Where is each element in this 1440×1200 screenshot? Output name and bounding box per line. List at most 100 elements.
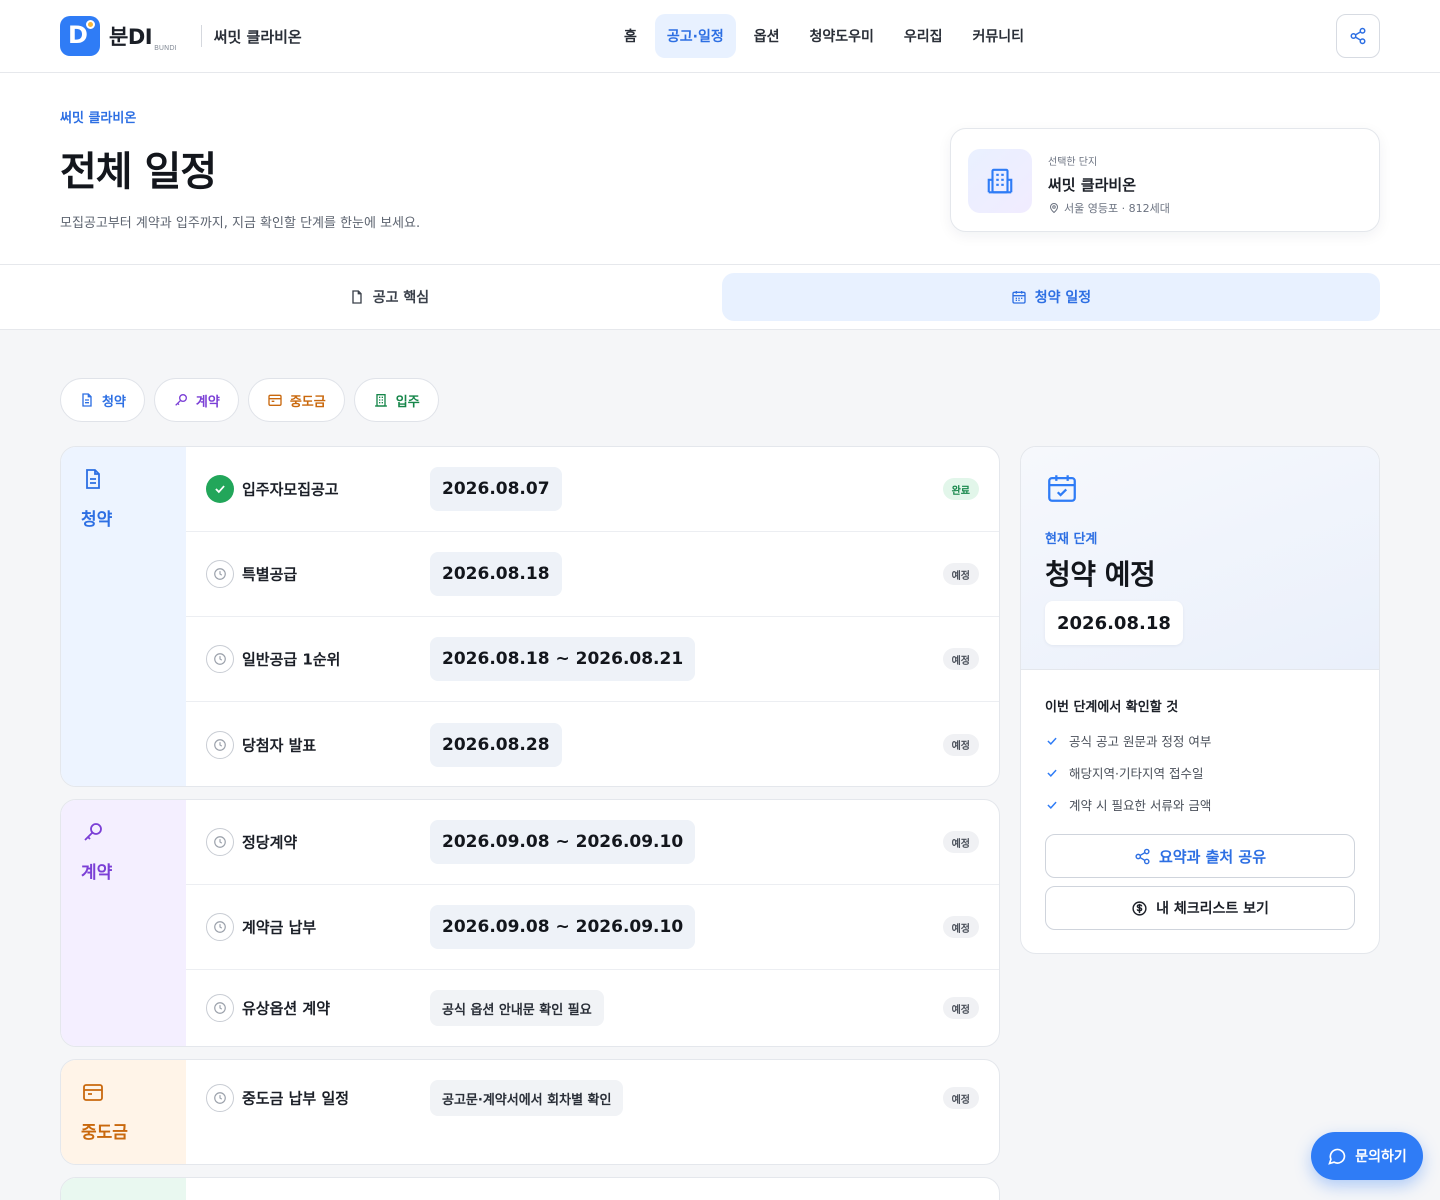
tab-subscription-schedule[interactable]: 청약 일정 bbox=[722, 273, 1380, 321]
current-stage-label: 현재 단계 bbox=[1045, 532, 1098, 547]
chip-subscription[interactable]: 청약 bbox=[60, 378, 145, 422]
group-side-contract: 계약 bbox=[61, 800, 186, 1046]
breadcrumb: 써밋 클라비온 bbox=[60, 111, 137, 126]
status-badge: 예정 bbox=[942, 916, 979, 938]
current-stage-panel: 현재 단계 청약 예정 2026.08.18 이번 단계에서 확인할 것 공식 … bbox=[1020, 446, 1380, 954]
schedule-date: 2026.08.18 bbox=[430, 552, 562, 596]
complex-meta: 서울 영등포 · 812세대 bbox=[1048, 200, 1170, 216]
group-label-subscription: 청약 bbox=[81, 510, 113, 530]
inquiry-button[interactable]: 문의하기 bbox=[1311, 1132, 1423, 1180]
schedule-date: 2026.08.28 bbox=[430, 722, 562, 767]
schedule-note: 공식 옵션 안내문 확인 필요 bbox=[430, 990, 604, 1026]
checklist-item-text: 공식 공고 원문과 정정 여부 bbox=[1069, 734, 1212, 749]
building-icon bbox=[968, 149, 1032, 213]
document-icon bbox=[352, 290, 362, 304]
group-side-subscription: 청약 bbox=[61, 447, 186, 786]
check-icon bbox=[1047, 737, 1057, 745]
nav-notice-schedule[interactable]: 공고·일정 bbox=[654, 14, 736, 58]
schedule-name: 일반공급 1순위 bbox=[242, 650, 341, 669]
clock-icon bbox=[206, 645, 234, 673]
chip-midpay[interactable]: 중도금 bbox=[247, 378, 345, 422]
status-badge: 예정 bbox=[942, 648, 979, 670]
group-label-contract: 계약 bbox=[81, 863, 113, 883]
schedule-group-subscription: 청약 입주자모집공고 2026.08.07 완료 특별공급 2026.08.18… bbox=[60, 446, 1000, 787]
schedule-date: 2026.08.07 bbox=[430, 467, 562, 511]
chip-contract-label: 계약 bbox=[195, 394, 220, 410]
schedule-note: 공고문·계약서에서 회차별 확인 bbox=[430, 1080, 624, 1116]
schedule-group-contract: 계약 정당계약 2026.09.08 ~ 2026.09.10 예정 계약금 납… bbox=[60, 799, 1000, 1047]
nav-my-home[interactable]: 우리집 bbox=[892, 14, 955, 58]
tab-subscription-schedule-label: 청약 일정 bbox=[1034, 290, 1092, 306]
completed-check-icon bbox=[206, 475, 234, 503]
chip-subscription-label: 청약 bbox=[102, 394, 126, 410]
schedule-group-movein bbox=[60, 1177, 1000, 1200]
status-badge: 예정 bbox=[942, 997, 979, 1019]
logo-mark-icon: D bbox=[60, 16, 100, 56]
group-label-midpay: 중도금 bbox=[81, 1123, 128, 1143]
group-side-movein bbox=[61, 1178, 186, 1200]
main-nav: 홈 공고·일정 옵션 청약도우미 우리집 커뮤니티 bbox=[612, 14, 1036, 58]
view-checklist-label: 내 체크리스트 보기 bbox=[1156, 901, 1269, 917]
logo-text: 분DI bbox=[109, 25, 153, 49]
calendar-icon bbox=[1012, 291, 1026, 304]
complex-card-label: 선택한 단지 bbox=[1048, 157, 1098, 168]
schedule-name: 당첨자 발표 bbox=[242, 736, 317, 754]
selected-complex-card[interactable]: 선택한 단지 써밋 클라비온 서울 영등포 · 812세대 bbox=[950, 128, 1380, 232]
status-badge: 예정 bbox=[942, 831, 979, 853]
check-icon bbox=[1047, 801, 1057, 809]
share-summary-button[interactable]: 요약과 출처 공유 bbox=[1045, 834, 1355, 878]
group-rows-contract: 정당계약 2026.09.08 ~ 2026.09.10 예정 계약금 납부 2… bbox=[186, 800, 999, 1046]
schedule-name: 유상옵션 계약 bbox=[242, 999, 331, 1018]
building-icon bbox=[374, 394, 387, 407]
clock-icon bbox=[206, 1084, 234, 1112]
nav-home[interactable]: 홈 bbox=[612, 14, 649, 58]
clock-icon bbox=[206, 560, 234, 588]
schedule-group-midpay: 중도금 중도금 납부 일정 공고문·계약서에서 회차별 확인 예정 bbox=[60, 1059, 1000, 1165]
key-icon bbox=[84, 823, 102, 841]
nav-subscription-helper[interactable]: 청약도우미 bbox=[798, 14, 886, 58]
status-badge: 완료 bbox=[942, 478, 979, 500]
schedule-name: 계약금 납부 bbox=[242, 918, 317, 937]
logo[interactable]: D 분DI BUNDI 써밋 클라비온 bbox=[60, 16, 302, 56]
check-icon bbox=[1047, 769, 1057, 777]
schedule-row[interactable]: 중도금 납부 일정 공고문·계약서에서 회차별 확인 예정 bbox=[186, 1060, 999, 1136]
wallet-icon bbox=[268, 394, 282, 406]
group-rows-subscription: 입주자모집공고 2026.08.07 완료 특별공급 2026.08.18 예정… bbox=[186, 447, 999, 786]
schedule-name: 입주자모집공고 bbox=[242, 480, 339, 499]
schedule-row[interactable]: 유상옵션 계약 공식 옵션 안내문 확인 필요 예정 bbox=[186, 970, 999, 1046]
logo-subtext: BUNDI bbox=[154, 44, 177, 52]
view-checklist-button[interactable]: 내 체크리스트 보기 bbox=[1045, 886, 1355, 930]
schedule-row[interactable]: 입주자모집공고 2026.08.07 완료 bbox=[186, 447, 999, 532]
wallet-icon bbox=[83, 1084, 103, 1101]
chip-contract[interactable]: 계약 bbox=[153, 378, 239, 422]
checklist-heading: 이번 단계에서 확인할 것 bbox=[1045, 700, 1179, 715]
chip-movein-label: 입주 bbox=[395, 394, 420, 410]
current-stage-date: 2026.08.18 bbox=[1045, 601, 1183, 645]
location-pin-icon bbox=[1049, 203, 1059, 214]
nav-options[interactable]: 옵션 bbox=[742, 14, 792, 58]
schedule-row[interactable]: 계약금 납부 2026.09.08 ~ 2026.09.10 예정 bbox=[186, 885, 999, 970]
status-badge: 예정 bbox=[942, 563, 979, 585]
schedule-row[interactable]: 당첨자 발표 2026.08.28 예정 bbox=[186, 702, 999, 786]
clock-icon bbox=[206, 730, 234, 759]
schedule-row[interactable]: 일반공급 1순위 2026.08.18 ~ 2026.08.21 예정 bbox=[186, 617, 999, 702]
group-side-midpay: 중도금 bbox=[61, 1060, 186, 1164]
chip-movein[interactable]: 입주 bbox=[353, 378, 439, 422]
chip-midpay-label: 중도금 bbox=[289, 394, 326, 410]
tab-notice-summary[interactable]: 공고 핵심 bbox=[60, 273, 718, 321]
key-icon bbox=[175, 394, 187, 406]
schedule-name: 정당계약 bbox=[242, 833, 298, 852]
calendar-check-icon bbox=[1048, 475, 1076, 502]
nav-community[interactable]: 커뮤니티 bbox=[961, 14, 1037, 58]
schedule-date: 2026.09.08 ~ 2026.09.10 bbox=[430, 820, 696, 864]
share-button[interactable] bbox=[1336, 14, 1380, 58]
site-name: 써밋 클라비온 bbox=[213, 27, 302, 46]
schedule-row[interactable]: 정당계약 2026.09.08 ~ 2026.09.10 예정 bbox=[186, 800, 999, 885]
schedule-date: 2026.09.08 ~ 2026.09.10 bbox=[430, 905, 696, 949]
inquiry-button-label: 문의하기 bbox=[1355, 1149, 1407, 1165]
top-header: D 분DI BUNDI 써밋 클라비온 홈 공고·일정 옵션 청약도우미 우리집… bbox=[0, 0, 1440, 73]
page-description: 모집공고부터 계약과 입주까지, 지금 확인할 단계를 한눈에 보세요. bbox=[60, 216, 421, 231]
document-icon bbox=[86, 469, 100, 489]
schedule-row[interactable]: 특별공급 2026.08.18 예정 bbox=[186, 532, 999, 617]
hero-section: 써밋 클라비온 전체 일정 모집공고부터 계약과 입주까지, 지금 확인할 단계… bbox=[0, 73, 1440, 265]
